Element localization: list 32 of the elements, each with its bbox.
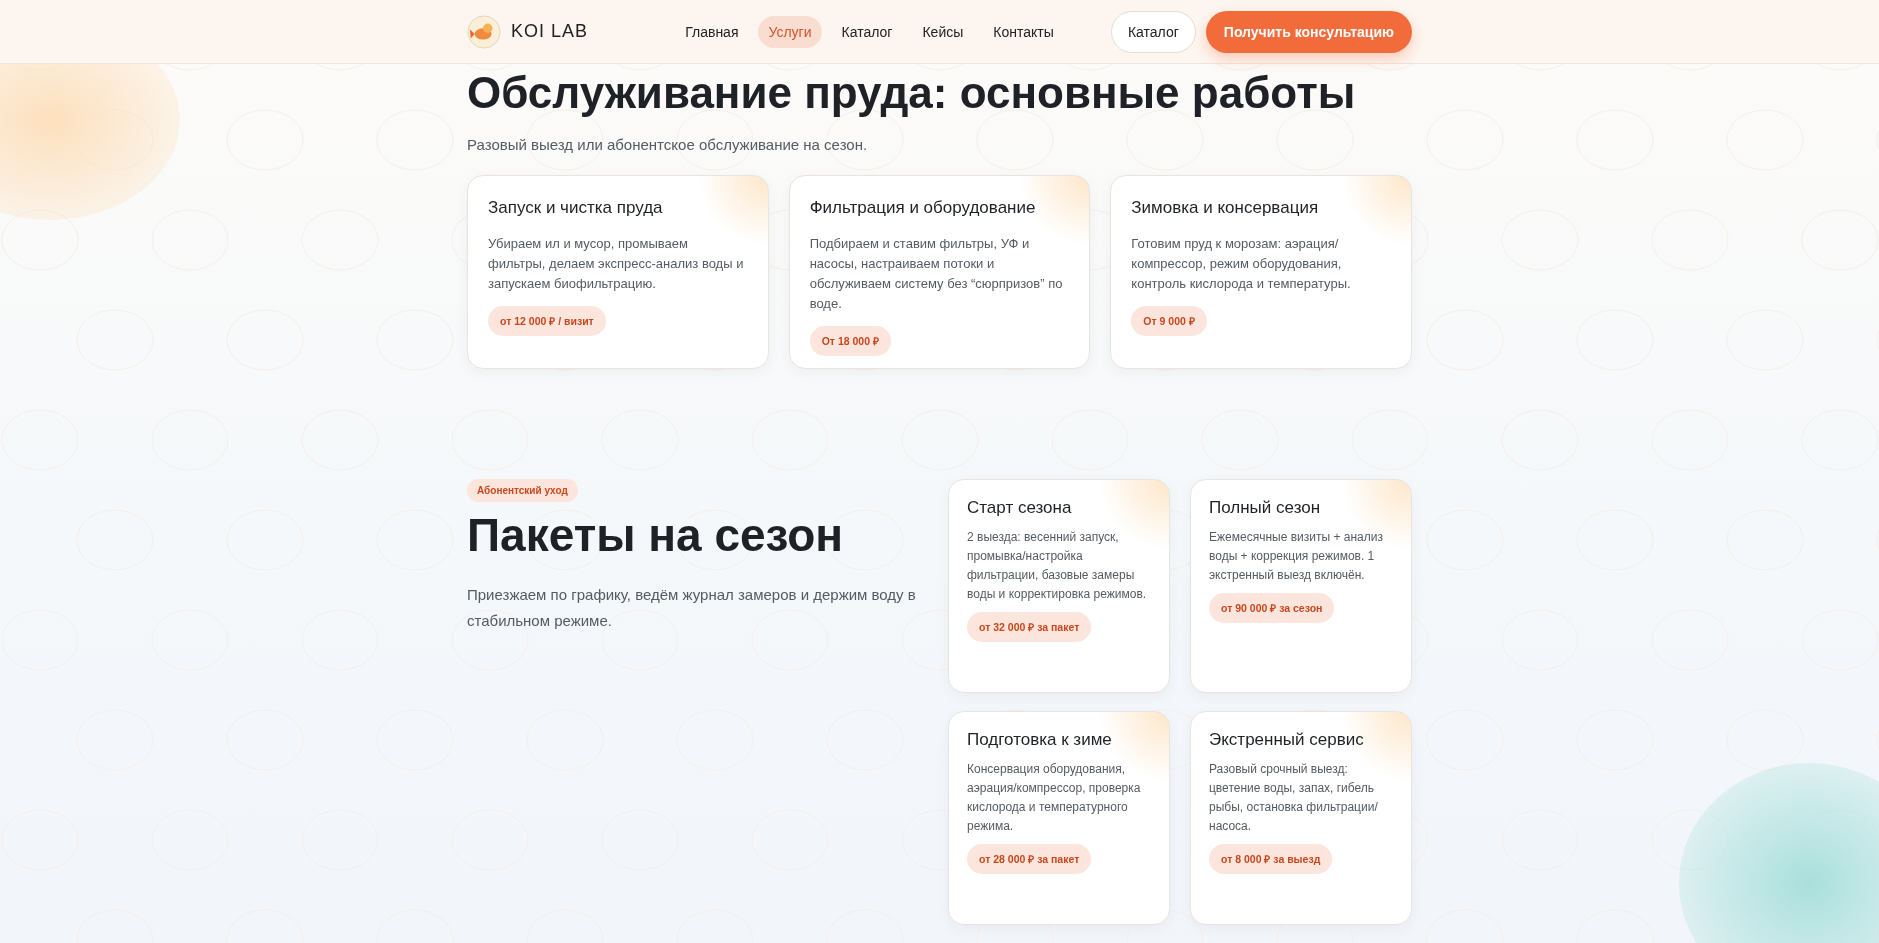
nav-link[interactable]: Контакты bbox=[983, 15, 1064, 48]
section-badge: Абонентский уход bbox=[467, 479, 578, 502]
price-tag: от 12 000 ₽ / визит bbox=[488, 306, 606, 336]
card-description: Готовим пруд к морозам: аэрация/компрессор, режим оборудования, контроль кислорода и температуры. bbox=[1131, 235, 1352, 293]
section-title: Пакеты на сезон bbox=[467, 508, 845, 562]
nav-link[interactable]: Каталог bbox=[831, 15, 903, 48]
section-description: Приезжаем по графику, ведём журнал замеров и держим воду в стабильном режиме. bbox=[467, 585, 917, 631]
price-tag: от 32 000 ₽ за пакет bbox=[967, 612, 1092, 642]
card-description: Убираем ил и мусор, промываем фильтры, делаем экспресс-анализ воды и запускаем биофильтрацию. bbox=[488, 235, 745, 293]
card-title: Фильтрация и оборудование bbox=[809, 198, 1037, 218]
catalog-button[interactable]: Каталог bbox=[1110, 10, 1196, 53]
section-subtitle: Разовый выезд или абонентское обслуживание на сезон. bbox=[467, 136, 869, 153]
card-title: Экстренный сервис bbox=[1209, 730, 1365, 750]
fish-logo-icon bbox=[467, 14, 501, 49]
card-description: Ежемесячные визиты + анализ воды + коррекция режимов. 1 экстренный выезд включён. bbox=[1209, 529, 1384, 584]
price-tag: От 18 000 ₽ bbox=[809, 326, 891, 356]
nav-link[interactable]: Главная bbox=[675, 15, 749, 48]
card-title: Старт сезона bbox=[967, 498, 1073, 518]
card-title: Полный сезон bbox=[1209, 498, 1322, 518]
section-title: Обслуживание пруда: основные работы bbox=[467, 68, 1357, 118]
price-tag: От 9 000 ₽ bbox=[1131, 306, 1207, 336]
card-description: Разовый срочный выезд: цветение воды, запах, гибель рыбы, остановка фильтрации/насоса. bbox=[1209, 761, 1379, 835]
brand-name: KOI LAB bbox=[511, 21, 589, 42]
card-description: 2 выезда: весенний запуск, промывка/настройка фильтрации, базовые замеры воды и корректировка режимов. bbox=[967, 529, 1148, 603]
card-title: Подготовка к зиме bbox=[967, 730, 1113, 750]
price-tag: от 90 000 ₽ за сезон bbox=[1209, 593, 1335, 623]
price-tag: от 28 000 ₽ за пакет bbox=[967, 844, 1092, 874]
price-tag: от 8 000 ₽ за выезд bbox=[1209, 844, 1333, 874]
card-title: Зимовка и консервация bbox=[1131, 198, 1320, 218]
card-description: Консервация оборудования, аэрация/компрессор, проверка кислорода и температурного режима. bbox=[967, 761, 1142, 835]
card-description: Подбираем и ставим фильтры, УФ и насосы, настраиваем потоки и обслуживаем систему без “сюрпризов” по воде. bbox=[809, 235, 1064, 313]
card-title: Запуск и чистка пруда bbox=[488, 198, 664, 218]
